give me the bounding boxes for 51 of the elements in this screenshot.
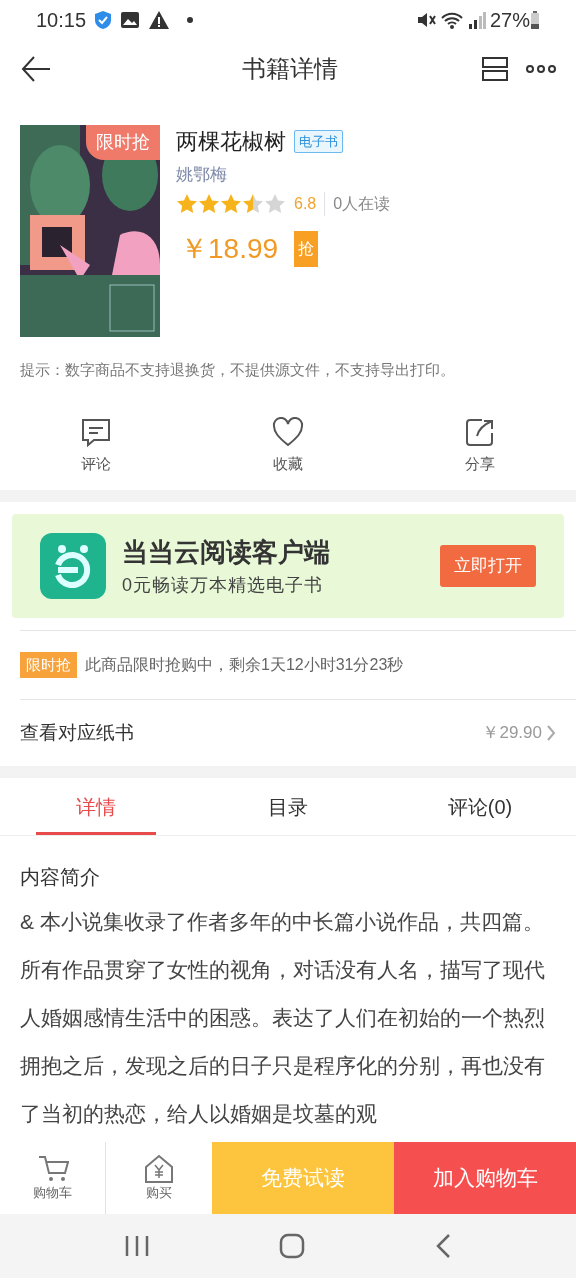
star-icon [264, 192, 286, 215]
grab-tag: 抢 [294, 230, 319, 267]
app-banner[interactable]: 当当云阅读客户端 0元畅读万本精选电子书 立即打开 [12, 514, 564, 618]
star-icon [176, 192, 198, 215]
action-button[interactable]: 分享 [384, 415, 576, 476]
action-button[interactable]: 收藏 [192, 415, 384, 476]
section-heading: 内容简介 [19, 865, 101, 890]
more-icon[interactable] [526, 64, 556, 74]
image-icon [120, 10, 141, 30]
wifi-icon [439, 10, 464, 30]
banner-subtitle: 0元畅读万本精选电子书 [122, 574, 324, 597]
sale-badge: 限时抢 [86, 125, 160, 160]
house-yen-icon [143, 1153, 175, 1184]
star-icon [242, 192, 264, 215]
comment-icon [80, 416, 112, 449]
ebook-tag: 电子书 [294, 129, 343, 154]
recent-apps-icon[interactable] [124, 1234, 151, 1258]
dot-icon [186, 16, 195, 24]
battery-percent: 27% [489, 8, 530, 33]
paper-book-price: ￥29.90 [482, 722, 542, 745]
action-button[interactable]: 评论 [0, 415, 192, 476]
paper-book-label: 查看对应纸书 [20, 720, 134, 745]
paper-book-row[interactable]: 查看对应纸书 ￥29.90 [0, 700, 576, 766]
banner-title: 当当云阅读客户端 [122, 536, 331, 569]
notice-text: 提示：数字商品不支持退换货，不提供源文件，不支持导出打印。 [19, 360, 456, 380]
share-icon [464, 416, 496, 449]
battery-icon [530, 10, 540, 30]
shield-icon [94, 10, 113, 30]
star-icon [198, 192, 220, 215]
signal-icon [467, 10, 486, 30]
warning-icon [148, 10, 171, 30]
cart-icon [36, 1153, 69, 1184]
status-time: 10:15 [36, 8, 87, 33]
author-link[interactable]: 姚鄂梅 [176, 162, 391, 188]
bookshelf-icon[interactable] [480, 56, 510, 82]
price: ￥18.99 [180, 231, 279, 266]
countdown-text: 此商品限时抢购中，剩余1天12小时31分23秒 [85, 655, 404, 675]
page-title: 书籍详情 [242, 54, 338, 84]
heart-icon [272, 416, 304, 449]
description-text: & 本小说集收录了作者多年的中长篇小说作品，共四篇。所有作品贯穿了女性的视角，对话没有人名，描写了现代人婚姻感情生活中的困惑。表达了人们在初始的一个热烈拥抱之后，发现之后的日子只是程序化的分别，再也没有了当初的热恋，给人以婚姻是坟墓的观 [19, 909, 546, 1127]
tab[interactable]: 目录 [192, 778, 384, 835]
mute-icon [415, 10, 436, 30]
book-title: 两棵花椒树 [176, 128, 286, 156]
sale-tag: 限时抢 [20, 651, 77, 679]
tab[interactable]: 评论(0) [384, 778, 576, 835]
rating-score: 6.8 [294, 193, 317, 214]
home-icon[interactable] [279, 1233, 305, 1259]
reader-count: 0人在读 [324, 191, 391, 216]
chevron-right-icon [546, 724, 556, 742]
star-icon [220, 192, 242, 215]
app-logo-icon [40, 533, 106, 599]
